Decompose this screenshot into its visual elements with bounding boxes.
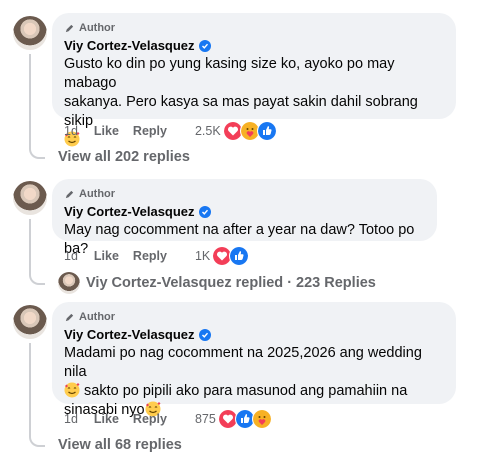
like-reaction-icon bbox=[256, 121, 277, 141]
commenter-name[interactable]: Viy Cortez-Velasquez bbox=[64, 204, 195, 219]
author-badge-label: Author bbox=[79, 188, 116, 200]
thread-connector bbox=[29, 219, 45, 285]
reply-author-avatar bbox=[58, 272, 80, 294]
comment-actions: 1d Like Reply 2.5K bbox=[64, 121, 277, 141]
author-badge: Author bbox=[64, 21, 444, 35]
comment-timestamp[interactable]: 1d bbox=[64, 412, 78, 426]
reply-button[interactable]: Reply bbox=[133, 124, 167, 138]
pen-icon bbox=[65, 24, 74, 32]
view-replies-link[interactable]: View all 202 replies bbox=[58, 149, 190, 165]
reply-button[interactable]: Reply bbox=[133, 412, 167, 426]
commenter-avatar[interactable] bbox=[13, 16, 47, 50]
commenter-avatar[interactable] bbox=[13, 305, 47, 339]
comment-bubble: Author Viy Cortez-Velasquez Madami po na… bbox=[52, 302, 456, 418]
comment-bubble: Author Viy Cortez-Velasquez Gusto ko din… bbox=[52, 13, 456, 147]
commenter-avatar[interactable] bbox=[13, 181, 47, 215]
care-reaction-icon bbox=[251, 409, 272, 429]
reply-button[interactable]: Reply bbox=[133, 249, 167, 263]
comment-line: Madami po nag cocomment na 2025,2026 ang… bbox=[64, 345, 422, 380]
comment-bubble: Author Viy Cortez-Velasquez May nag coco… bbox=[52, 179, 437, 257]
comment-line: sakto po pipili ako para masunod ang pam… bbox=[80, 383, 408, 399]
view-replies-link[interactable]: View all 68 replies bbox=[58, 437, 182, 453]
thread-connector bbox=[29, 54, 45, 159]
reaction-icons[interactable] bbox=[222, 121, 277, 141]
author-badge: Author bbox=[64, 187, 425, 201]
pen-icon bbox=[65, 313, 74, 321]
replies-summary[interactable]: Viy Cortez-Velasquez replied · 223 Repli… bbox=[58, 272, 376, 294]
like-button[interactable]: Like bbox=[94, 249, 119, 263]
reaction-icons[interactable] bbox=[212, 246, 250, 266]
author-badge-label: Author bbox=[79, 22, 116, 34]
comment-actions: 1d Like Reply 1K bbox=[64, 246, 250, 266]
reaction-icons[interactable] bbox=[217, 409, 272, 429]
author-badge: Author bbox=[64, 310, 444, 324]
verified-badge-icon bbox=[198, 39, 211, 52]
like-button[interactable]: Like bbox=[94, 412, 119, 426]
smiling-face-with-hearts-icon bbox=[64, 382, 80, 398]
thread-connector bbox=[29, 343, 45, 447]
reaction-count[interactable]: 2.5K bbox=[195, 124, 221, 138]
replies-summary-text[interactable]: Viy Cortez-Velasquez replied · 223 Repli… bbox=[86, 275, 376, 291]
commenter-name[interactable]: Viy Cortez-Velasquez bbox=[64, 327, 195, 342]
like-button[interactable]: Like bbox=[94, 124, 119, 138]
verified-badge-icon bbox=[198, 205, 211, 218]
comment-timestamp[interactable]: 1d bbox=[64, 249, 78, 263]
verified-badge-icon bbox=[198, 328, 211, 341]
commenter-name[interactable]: Viy Cortez-Velasquez bbox=[64, 38, 195, 53]
comment-timestamp[interactable]: 1d bbox=[64, 124, 78, 138]
reaction-count[interactable]: 875 bbox=[195, 412, 216, 426]
comment-line: Gusto ko din po yung kasing size ko, ayo… bbox=[64, 56, 395, 91]
pen-icon bbox=[65, 190, 74, 198]
author-badge-label: Author bbox=[79, 311, 116, 323]
reaction-count[interactable]: 1K bbox=[195, 249, 210, 263]
comment-actions: 1d Like Reply 875 bbox=[64, 409, 272, 429]
like-reaction-icon bbox=[229, 246, 250, 266]
